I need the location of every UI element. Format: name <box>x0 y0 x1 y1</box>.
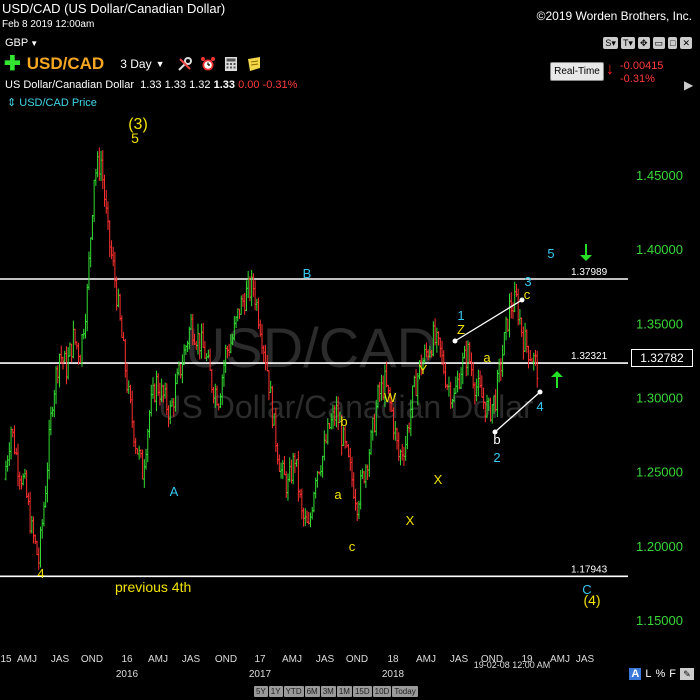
y-tick-label: 1.30000 <box>636 391 683 406</box>
timeframe-button[interactable]: 1Y <box>268 686 283 697</box>
scale-percent-button[interactable]: % <box>655 668 665 680</box>
x-tick-label: 17 <box>254 654 266 665</box>
wave-label: Y <box>419 362 428 377</box>
anchor-point <box>492 429 498 435</box>
x-tick-label: 15 <box>0 654 12 665</box>
anchor-point <box>537 389 543 395</box>
x-tick-label: AMJ <box>550 654 570 665</box>
channel-upper-line <box>454 299 523 342</box>
y-tick-label: 1.25000 <box>636 465 683 480</box>
timeframe-button[interactable]: Today <box>392 686 418 697</box>
anchor-point <box>519 297 525 303</box>
last-price-box: 1.32782 <box>631 349 693 367</box>
wave-label: (4) <box>583 592 600 608</box>
y-tick-label: 1.20000 <box>636 539 683 554</box>
green-up-arrow-icon <box>551 371 563 388</box>
wave-label: 2 <box>493 450 500 465</box>
y-axis: 1.15000 1.20000 1.25000 1.30000 1.35000 1.400… <box>636 168 683 628</box>
scale-fit-button[interactable]: F <box>669 668 676 680</box>
x-tick-label: 18 <box>387 654 399 665</box>
wave-label: A <box>170 484 179 499</box>
wave-label: c <box>349 539 356 554</box>
price-chart[interactable]: USD/CAD US Dollar/Canadian Dollar 1.3798… <box>0 0 700 700</box>
wave-label: 5 <box>131 130 139 146</box>
wave-label: 1 <box>457 308 464 323</box>
anchor-point <box>452 338 458 344</box>
scale-controls: A L % F ✎ <box>629 668 694 680</box>
year-label: 2016 <box>116 669 139 680</box>
x-tick-label: OND <box>81 654 103 665</box>
watermark: USD/CAD US Dollar/Canadian Dollar <box>158 316 534 425</box>
year-label: 2018 <box>382 669 405 680</box>
crosshair-timestamp: 19-02-08 12:00 AM <box>474 660 551 670</box>
timeframe-button[interactable]: 6M <box>304 686 320 697</box>
x-tick-label: OND <box>215 654 237 665</box>
x-tick-label: OND <box>346 654 368 665</box>
scale-auto-button[interactable]: A <box>629 668 642 680</box>
wave-label: a <box>334 487 342 502</box>
wave-label: Z <box>457 322 465 337</box>
wave-label: 5 <box>547 246 554 261</box>
timeframe-button[interactable]: 10D <box>372 686 392 697</box>
wave-label: W <box>384 390 397 405</box>
year-label: 2017 <box>249 669 272 680</box>
wave-label: 4 <box>37 566 44 581</box>
timeframe-buttons: 5Y 1Y YTD 6M 3M 1M 15D 10D Today <box>254 686 418 697</box>
x-tick-label: JAS <box>182 654 201 665</box>
timeframe-button[interactable]: 15D <box>352 686 372 697</box>
x-tick-label: JAS <box>316 654 335 665</box>
wave-label: a <box>483 350 491 365</box>
wave-label: b <box>340 414 347 429</box>
timeframe-button[interactable]: 1M <box>336 686 352 697</box>
level-label: 1.37989 <box>571 267 608 278</box>
wave-label: X <box>406 513 415 528</box>
level-label: 1.17943 <box>571 564 608 575</box>
timeframe-button[interactable]: 5Y <box>254 686 268 697</box>
x-tick-label: AMJ <box>148 654 168 665</box>
wave-label: c <box>524 287 531 302</box>
timeframe-button[interactable]: 3M <box>320 686 336 697</box>
level-label: 1.32321 <box>571 351 608 362</box>
timeframe-button[interactable]: YTD <box>283 686 304 697</box>
y-tick-label: 1.45000 <box>636 168 683 183</box>
x-tick-label: AMJ <box>282 654 302 665</box>
wave-label: 4 <box>536 399 543 414</box>
scale-log-button[interactable]: L <box>645 668 651 680</box>
y-tick-label: 1.35000 <box>636 316 683 331</box>
pencil-icon[interactable]: ✎ <box>680 668 694 680</box>
wave-label: X <box>434 472 443 487</box>
green-down-arrow-icon <box>580 244 592 261</box>
wave-label: previous 4th <box>115 579 191 595</box>
x-tick-label: JAS <box>576 654 595 665</box>
y-tick-label: 1.15000 <box>636 613 683 628</box>
x-tick-label: JAS <box>450 654 469 665</box>
wave-label: B <box>303 266 312 281</box>
x-tick-label: AMJ <box>416 654 436 665</box>
x-tick-label: AMJ <box>17 654 37 665</box>
watermark-symbol: USD/CAD <box>185 316 437 379</box>
x-tick-label: 16 <box>121 654 133 665</box>
x-tick-label: JAS <box>51 654 70 665</box>
y-tick-label: 1.40000 <box>636 242 683 257</box>
